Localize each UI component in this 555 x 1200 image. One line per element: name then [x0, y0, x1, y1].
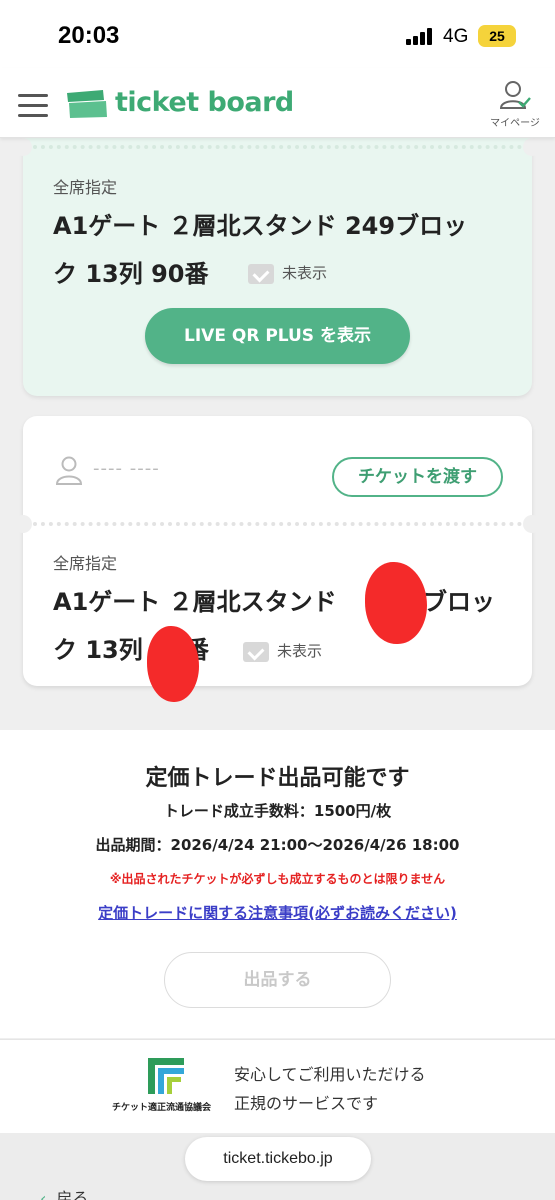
redaction-mark: [365, 562, 427, 644]
check-icon: [248, 263, 274, 284]
certification-banner: チケット適正流通協議会 安心してご利用いただける 正規のサービスです: [0, 1039, 555, 1133]
list-for-trade-button[interactable]: 出品する: [164, 952, 391, 1008]
logo-text[interactable]: ticket board: [115, 87, 294, 118]
certification-org-name: チケット適正流通協議会: [112, 1103, 212, 1113]
seat-info-line1: A1ゲート ２層北スタンド: [53, 588, 337, 616]
trade-title: 定価トレード出品可能です: [145, 766, 410, 791]
recipient-name: ---- ----: [93, 458, 160, 479]
transfer-ticket-button[interactable]: チケットを渡す: [332, 457, 503, 497]
back-link[interactable]: ‹ 戻る: [40, 1185, 88, 1200]
trade-notes-link[interactable]: 定価トレードに関する注意事項(必ずお読みください): [0, 902, 555, 923]
redaction-mark: [147, 626, 199, 702]
seat-type: 全席指定: [53, 178, 118, 197]
trade-period: 出品期間：2026/4/24 21:00〜2026/4/26 18:00: [95, 836, 460, 854]
display-status: 未表示: [243, 640, 322, 662]
mypage-button[interactable]: マイページ: [484, 80, 546, 129]
network-type: 4G: [443, 26, 469, 47]
certification-text-line2: 正規のサービスです: [234, 1094, 379, 1113]
chevron-left-icon: ‹: [40, 1189, 47, 1200]
seat-info-line1-tail: ブロッ: [423, 588, 495, 616]
perforation-line: [33, 522, 522, 526]
check-icon: [243, 641, 269, 662]
certification-text-line1: 安心してご利用いただける: [234, 1065, 426, 1084]
menu-icon[interactable]: [18, 94, 48, 118]
status-time: 20:03: [58, 22, 120, 49]
ticket-card-1: 全席指定 A1ゲート ２層北スタンド 249ブロッ ク 13列 90番 未表示 …: [14, 124, 541, 396]
battery-icon: 25: [478, 25, 516, 47]
certification-text: 安心してご利用いただける 正規のサービスです: [234, 1060, 426, 1118]
seat-info-line2: ク 13列 90番: [53, 260, 209, 288]
display-status-label: 未表示: [277, 642, 323, 660]
app-header: ticket board マイページ: [0, 68, 555, 138]
seat-type: 全席指定: [53, 554, 118, 573]
user-check-icon: [499, 81, 531, 109]
signal-icon: [406, 27, 436, 45]
back-label: 戻る: [56, 1189, 89, 1200]
card-notch: [14, 138, 32, 156]
logo-icon: [67, 90, 107, 118]
trade-warning: ※出品されたチケットが必ずしも成立するものとは限りません: [109, 872, 446, 886]
trade-section: 定価トレード出品可能です トレード成立手数料：1500円/枚 出品期間：2026…: [0, 730, 555, 1038]
user-icon: [55, 456, 83, 485]
trade-fee: トレード成立手数料：1500円/枚: [163, 802, 392, 820]
browser-bottom-bar: ‹ 戻る ticket.tickebo.jp: [0, 1133, 555, 1200]
seat-info-line2: ク 13列: [53, 636, 143, 664]
certification-logo-icon: [148, 1058, 184, 1094]
mypage-label: マイページ: [490, 118, 540, 129]
ticket-card-2: ---- ---- チケットを渡す 全席指定 A1ゲート ２層北スタンド ブロッ…: [14, 416, 541, 702]
card-notch: [523, 138, 541, 156]
url-bar[interactable]: ticket.tickebo.jp: [185, 1137, 371, 1181]
status-bar: 20:03 4G 25: [0, 0, 555, 68]
display-status: 未表示: [248, 262, 327, 284]
live-qr-plus-button[interactable]: LIVE QR PLUS を表示: [145, 308, 410, 364]
perforation-line: [33, 145, 522, 149]
card-notch: [523, 515, 541, 533]
display-status-label: 未表示: [282, 264, 328, 282]
card-notch: [14, 515, 32, 533]
seat-info-line1: A1ゲート ２層北スタンド 249ブロッ: [53, 212, 468, 240]
